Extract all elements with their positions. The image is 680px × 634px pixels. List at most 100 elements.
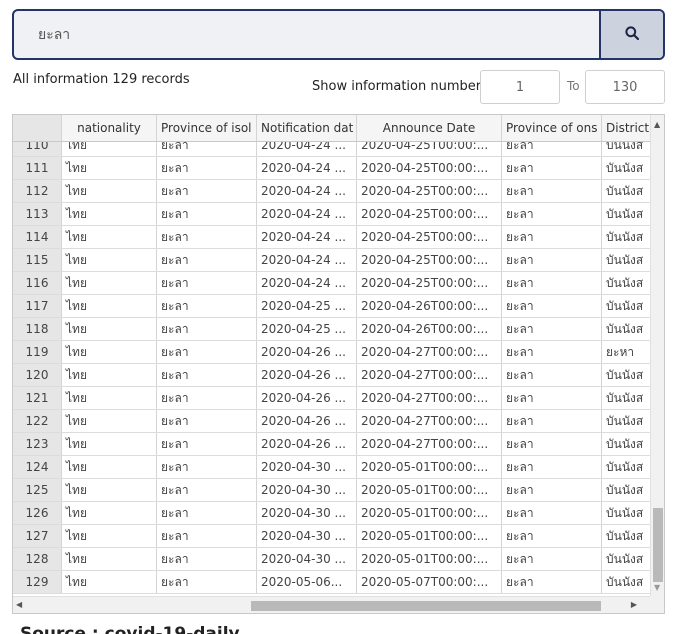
cell-province-of-onset: ยะลา [502, 318, 602, 340]
horizontal-scroll-thumb[interactable] [251, 601, 601, 611]
row-number: 121 [13, 387, 62, 409]
header-row-number [13, 115, 62, 141]
table-row[interactable]: 113 ไทย ยะลา 2020-04-24 ... 2020-04-25T00:00… [13, 203, 651, 226]
cell-nationality: ไทย [62, 249, 157, 271]
cell-district: บันนังส [606, 276, 644, 290]
cell-announce-date: 2020-04-25T00:00:... [357, 157, 502, 179]
table-row[interactable]: 121 ไทย ยะลา 2020-04-26 ... 2020-04-27T00:00… [13, 387, 651, 410]
horizontal-scrollbar[interactable]: ◀ ▶ [13, 596, 651, 613]
range-from-input[interactable] [480, 70, 560, 104]
cell-notification-date: 2020-04-24 ... [257, 180, 357, 202]
cell-district: บันนังส [606, 414, 644, 428]
row-number: 127 [13, 525, 62, 547]
header-province-of-onset[interactable]: Province of ons [502, 115, 602, 141]
cell-province-of-onset: ยะลา [502, 295, 602, 317]
cell-announce-date: 2020-05-01T00:00:... [357, 548, 502, 570]
search-icon [625, 25, 640, 44]
table-row[interactable]: 129 ไทย ยะลา 2020-05-06... 2020-05-07T00:00:… [13, 571, 651, 594]
cell-district: บันนังส [606, 207, 644, 221]
cell-province-of-onset: ยะลา [502, 456, 602, 478]
cell-announce-date: 2020-05-01T00:00:... [357, 456, 502, 478]
grid-header: nationality Province of isol Notificatio… [13, 115, 651, 142]
cell-province-of-isolation: ยะลา [157, 180, 257, 202]
cell-notification-date: 2020-04-24 ... [257, 203, 357, 225]
table-row[interactable]: 123 ไทย ยะลา 2020-04-26 ... 2020-04-27T00:00… [13, 433, 651, 456]
cell-announce-date: 2020-04-25T00:00:... [357, 203, 502, 225]
cell-province-of-isolation: ยะลา [157, 364, 257, 386]
table-row[interactable]: 116 ไทย ยะลา 2020-04-24 ... 2020-04-25T00:00… [13, 272, 651, 295]
vertical-scrollbar[interactable]: ▲ ▼ [650, 115, 664, 598]
table-row[interactable]: 128 ไทย ยะลา 2020-04-30 ... 2020-05-01T00:00… [13, 548, 651, 571]
cell-announce-date: 2020-04-26T00:00:... [357, 318, 502, 340]
row-number: 116 [13, 272, 62, 294]
cell-province-of-isolation: ยะลา [157, 272, 257, 294]
header-notification-date[interactable]: Notification dat [257, 115, 357, 141]
cell-province-of-onset: ยะลา [502, 525, 602, 547]
cell-district: บันนังส [606, 368, 644, 382]
table-row[interactable]: 120 ไทย ยะลา 2020-04-26 ... 2020-04-27T00:00… [13, 364, 651, 387]
cell-notification-date: 2020-04-26 ... [257, 364, 357, 386]
cell-province-of-onset: ยะลา [502, 502, 602, 524]
cell-announce-date: 2020-04-25T00:00:... [357, 272, 502, 294]
cell-nationality: ไทย [62, 502, 157, 524]
cell-notification-date: 2020-04-24 ... [257, 272, 357, 294]
table-row[interactable]: 118 ไทย ยะลา 2020-04-25 ... 2020-04-26T00:00… [13, 318, 651, 341]
table-row[interactable]: 124 ไทย ยะลา 2020-04-30 ... 2020-05-01T00:00… [13, 456, 651, 479]
vertical-scroll-thumb[interactable] [653, 508, 663, 582]
header-district[interactable]: District [602, 115, 651, 141]
row-number: 112 [13, 180, 62, 202]
cell-province-of-isolation: ยะลา [157, 249, 257, 271]
table-row[interactable]: 127 ไทย ยะลา 2020-04-30 ... 2020-05-01T00:00… [13, 525, 651, 548]
table-row[interactable]: 112 ไทย ยะลา 2020-04-24 ... 2020-04-25T00:00… [13, 180, 651, 203]
cell-nationality: ไทย [62, 203, 157, 225]
arrow-up-icon[interactable]: ▲ [654, 120, 660, 129]
cell-nationality: ไทย [62, 180, 157, 202]
cell-notification-date: 2020-04-30 ... [257, 502, 357, 524]
cell-notification-date: 2020-04-30 ... [257, 456, 357, 478]
search-button[interactable] [599, 11, 663, 58]
cell-province-of-isolation: ยะลา [157, 433, 257, 455]
cell-notification-date: 2020-04-30 ... [257, 548, 357, 570]
cell-province-of-isolation: ยะลา [157, 387, 257, 409]
table-row[interactable]: 114 ไทย ยะลา 2020-04-24 ... 2020-04-25T00:00… [13, 226, 651, 249]
header-province-of-isolation[interactable]: Province of isol [157, 115, 257, 141]
cell-nationality: ไทย [62, 142, 157, 156]
cell-province-of-isolation: ยะลา [157, 479, 257, 501]
cell-nationality: ไทย [62, 295, 157, 317]
search-input[interactable] [14, 11, 600, 58]
scrollbar-corner [650, 596, 664, 613]
cell-nationality: ไทย [62, 525, 157, 547]
header-announce-date[interactable]: Announce Date [357, 115, 502, 141]
cell-notification-date: 2020-04-25 ... [257, 295, 357, 317]
table-row[interactable]: 119 ไทย ยะลา 2020-04-26 ... 2020-04-27T00:00… [13, 341, 651, 364]
source-caption: Source : covid-19-daily [20, 624, 240, 634]
table-row[interactable]: 122 ไทย ยะลา 2020-04-26 ... 2020-04-27T00:00… [13, 410, 651, 433]
cell-district: บันนังส [606, 142, 644, 152]
table-row[interactable]: 111 ไทย ยะลา 2020-04-24 ... 2020-04-25T00:00… [13, 157, 651, 180]
cell-province-of-isolation: ยะลา [157, 318, 257, 340]
range-to-input[interactable] [585, 70, 665, 104]
row-number: 129 [13, 571, 62, 593]
cell-announce-date: 2020-05-01T00:00:... [357, 502, 502, 524]
table-row[interactable]: 126 ไทย ยะลา 2020-04-30 ... 2020-05-01T00:00… [13, 502, 651, 525]
cell-province-of-isolation: ยะลา [157, 226, 257, 248]
arrow-right-icon[interactable]: ▶ [631, 600, 637, 609]
arrow-left-icon[interactable]: ◀ [16, 600, 22, 609]
records-count: All information 129 records [13, 72, 190, 87]
cell-province-of-isolation: ยะลา [157, 502, 257, 524]
cell-announce-date: 2020-04-27T00:00:... [357, 364, 502, 386]
header-nationality[interactable]: nationality [62, 115, 157, 141]
table-row[interactable]: 110 ไทย ยะลา 2020-04-24 ... 2020-04-25T00:00… [13, 142, 651, 157]
row-number: 124 [13, 456, 62, 478]
cell-province-of-isolation: ยะลา [157, 295, 257, 317]
table-row[interactable]: 125 ไทย ยะลา 2020-04-30 ... 2020-05-01T00:00… [13, 479, 651, 502]
row-number: 119 [13, 341, 62, 363]
search-box [12, 9, 665, 60]
cell-province-of-onset: ยะลา [502, 571, 602, 593]
cell-province-of-onset: ยะลา [502, 226, 602, 248]
table-row[interactable]: 117 ไทย ยะลา 2020-04-25 ... 2020-04-26T00:00… [13, 295, 651, 318]
cell-nationality: ไทย [62, 341, 157, 363]
arrow-down-icon[interactable]: ▼ [654, 583, 660, 592]
table-row[interactable]: 115 ไทย ยะลา 2020-04-24 ... 2020-04-25T00:00… [13, 249, 651, 272]
cell-district: บันนังส [606, 230, 644, 244]
